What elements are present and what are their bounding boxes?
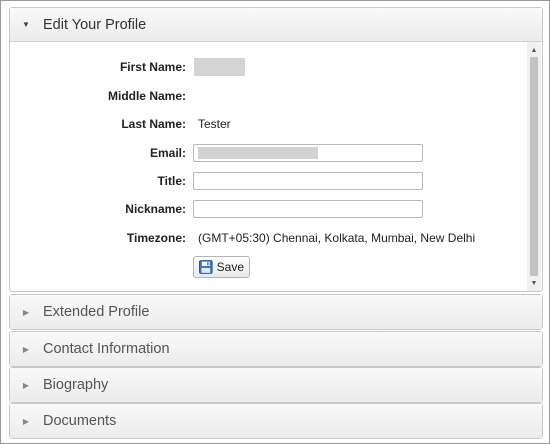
last-name-value: Tester (198, 117, 231, 131)
documents-header[interactable]: ▶ Documents (10, 404, 542, 438)
last-name-row: Last Name: Tester (10, 113, 530, 135)
first-name-row: First Name: (10, 56, 530, 78)
timezone-row: Timezone: (GMT+05:30) Chennai, Kolkata, … (10, 227, 530, 249)
scroll-up-arrow-icon[interactable]: ▲ (527, 44, 541, 56)
middle-name-row: Middle Name: (10, 85, 530, 107)
contact-information-title: Contact Information (43, 341, 170, 357)
contact-information-header[interactable]: ▶ Contact Information (10, 332, 542, 366)
nickname-row: Nickname: (10, 198, 530, 220)
edit-profile-title: Edit Your Profile (43, 16, 147, 33)
title-label: Title: (157, 174, 186, 188)
first-name-redacted-value (194, 58, 245, 76)
nickname-field[interactable] (193, 200, 423, 218)
triangle-right-icon: ▶ (22, 344, 30, 354)
nickname-label: Nickname: (125, 202, 186, 216)
extended-profile-panel[interactable]: ▶ Extended Profile (9, 294, 543, 330)
documents-panel[interactable]: ▶ Documents (9, 403, 543, 439)
save-button-label: Save (216, 260, 244, 274)
scroll-down-arrow-icon[interactable]: ▼ (527, 277, 541, 289)
contact-information-panel[interactable]: ▶ Contact Information (9, 331, 543, 367)
email-redacted-value (198, 147, 318, 159)
biography-title: Biography (43, 377, 109, 393)
triangle-right-icon: ▶ (22, 307, 30, 317)
timezone-label: Timezone: (126, 231, 186, 245)
first-name-label: First Name: (119, 60, 186, 74)
save-button[interactable]: Save (193, 256, 250, 278)
email-field-wrap (193, 144, 423, 162)
edit-profile-body: First Name: Middle Name: Last Name: Test… (10, 42, 542, 291)
biography-header[interactable]: ▶ Biography (10, 368, 542, 402)
edit-profile-header[interactable]: ▼ Edit Your Profile (10, 8, 542, 42)
title-row: Title: (10, 170, 530, 192)
title-field[interactable] (193, 172, 423, 190)
triangle-down-icon: ▼ (22, 20, 30, 29)
email-row: Email: (10, 142, 530, 164)
floppy-disk-icon (199, 260, 213, 274)
documents-title: Documents (43, 413, 117, 429)
edit-profile-panel: ▼ Edit Your Profile First Name: Middle N… (9, 7, 543, 292)
extended-profile-title: Extended Profile (43, 304, 150, 320)
email-label: Email: (149, 146, 186, 160)
triangle-right-icon: ▶ (22, 416, 30, 426)
biography-panel[interactable]: ▶ Biography (9, 367, 543, 403)
last-name-label: Last Name: (121, 117, 186, 131)
timezone-value: (GMT+05:30) Chennai, Kolkata, Mumbai, Ne… (198, 231, 476, 245)
triangle-right-icon: ▶ (22, 380, 30, 390)
profile-window: ▼ Edit Your Profile First Name: Middle N… (0, 0, 550, 444)
scroll-thumb[interactable] (530, 57, 538, 276)
middle-name-label: Middle Name: (107, 89, 186, 103)
profile-scrollbar[interactable]: ▲ ▼ (527, 42, 541, 291)
extended-profile-header[interactable]: ▶ Extended Profile (10, 295, 542, 329)
